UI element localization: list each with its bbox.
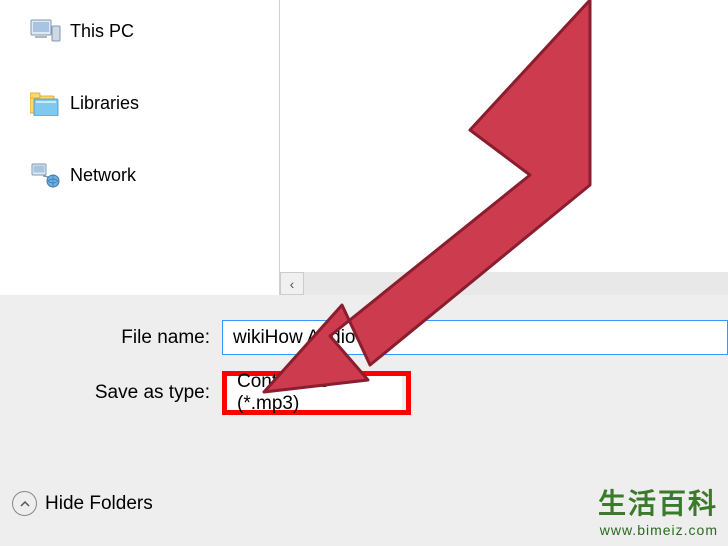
- saveastype-row: Save as type: Containers (*.mp3): [0, 371, 728, 415]
- watermark-text-url: www.bimeiz.com: [598, 522, 718, 538]
- filename-label: File name:: [0, 327, 222, 349]
- nav-item-network[interactable]: Network: [0, 154, 279, 196]
- chevron-up-icon: [12, 491, 37, 516]
- libraries-icon: [28, 88, 62, 118]
- watermark-text-cn: 生活百科: [598, 482, 718, 522]
- saveastype-label: Save as type:: [0, 382, 222, 404]
- nav-item-label: Network: [70, 165, 136, 186]
- highlight-box: Containers (*.mp3): [222, 371, 411, 415]
- file-list-area: [280, 0, 728, 295]
- watermark: 生活百科 www.bimeiz.com: [598, 482, 718, 538]
- filename-input[interactable]: [222, 320, 728, 355]
- scroll-left-button[interactable]: ‹: [280, 272, 304, 295]
- navigation-pane: This PC Libraries Network: [0, 0, 280, 295]
- horizontal-scrollbar[interactable]: [304, 272, 728, 295]
- filename-row: File name:: [0, 320, 728, 355]
- saveastype-combo[interactable]: Containers (*.mp3): [227, 376, 402, 410]
- nav-item-label: This PC: [70, 21, 134, 42]
- nav-item-libraries[interactable]: Libraries: [0, 82, 279, 124]
- hide-folders-button[interactable]: Hide Folders: [12, 491, 153, 516]
- chevron-left-icon: ‹: [290, 276, 295, 292]
- network-icon: [28, 160, 62, 190]
- hide-folders-label: Hide Folders: [45, 493, 153, 515]
- nav-item-this-pc[interactable]: This PC: [0, 10, 279, 52]
- nav-item-label: Libraries: [70, 93, 139, 114]
- pc-icon: [28, 16, 62, 46]
